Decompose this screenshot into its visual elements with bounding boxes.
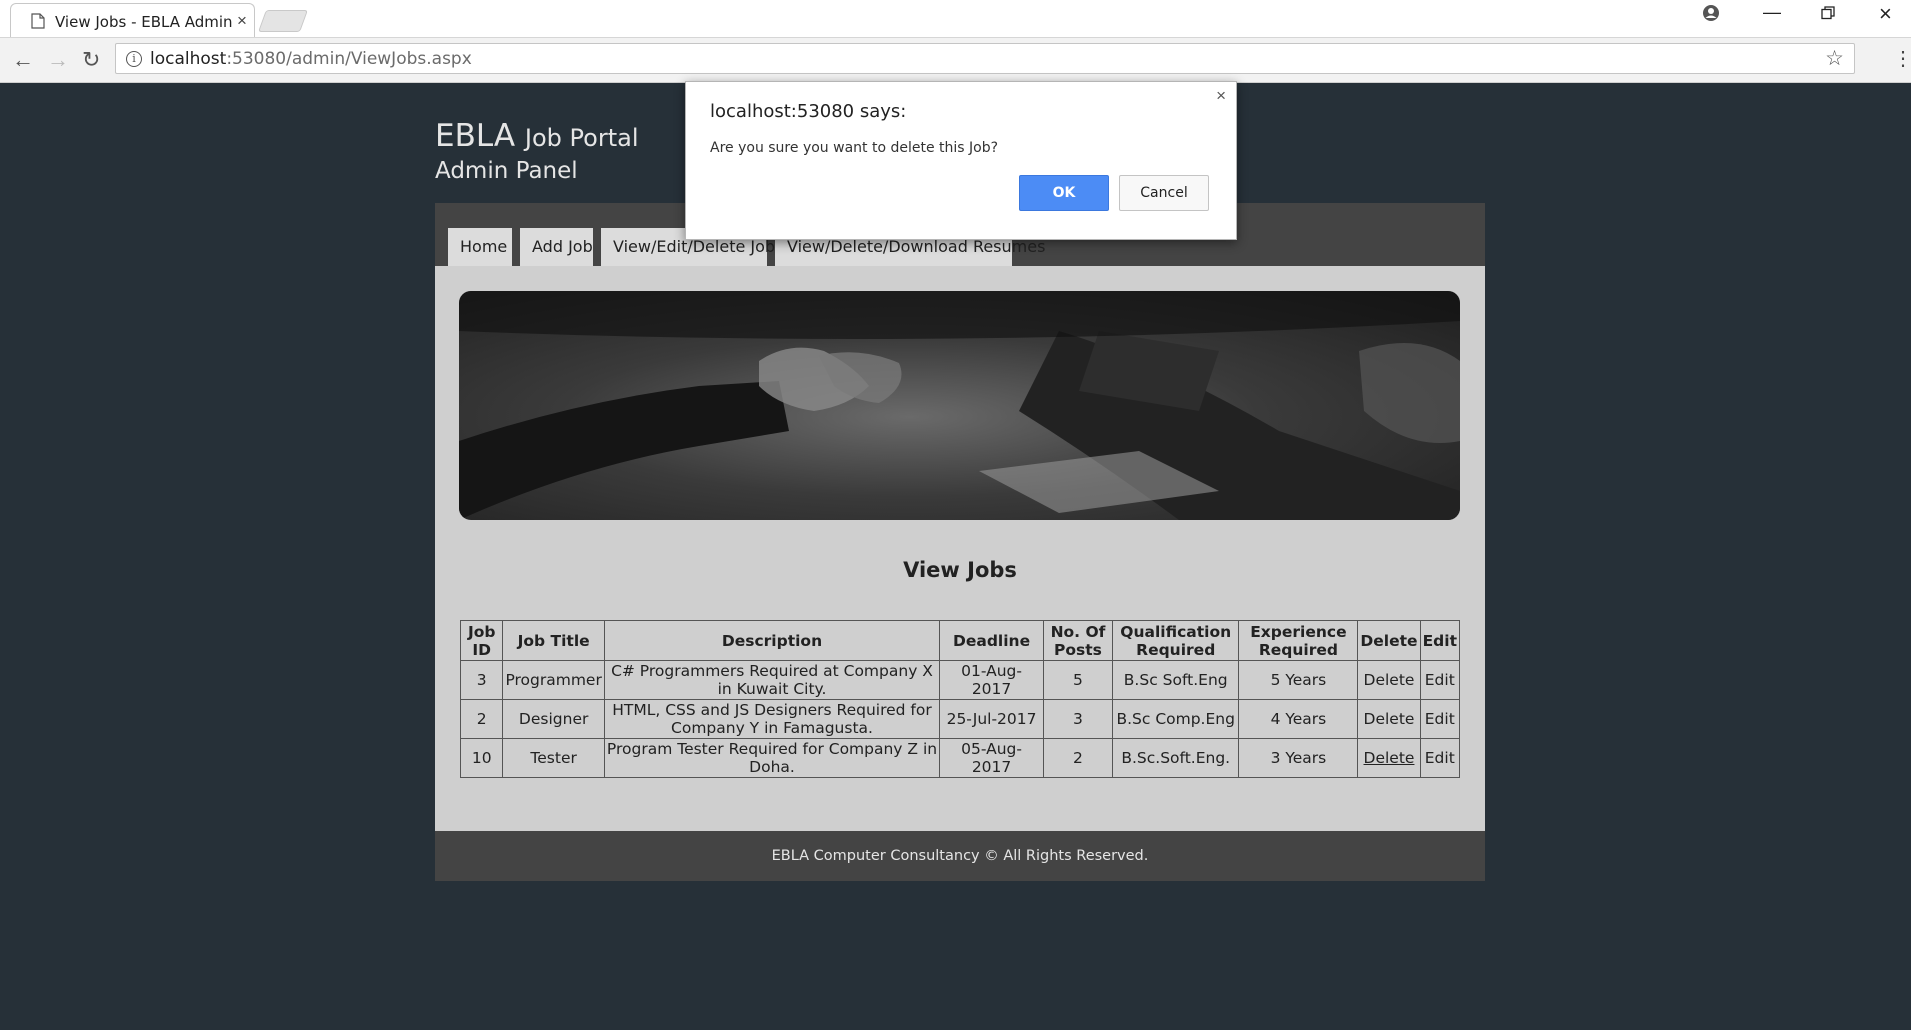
main-content: View Jobs Job ID Job Title Description D…	[435, 266, 1485, 831]
cell-deadline: 05-Aug-2017	[939, 738, 1044, 778]
cancel-button[interactable]: Cancel	[1119, 175, 1209, 211]
delete-link[interactable]: Delete	[1357, 660, 1421, 700]
site-footer: EBLA Computer Consultancy © All Rights R…	[435, 831, 1485, 881]
cell-job-id: 10	[459, 738, 504, 778]
address-bar: ← → ↻ i localhost:53080/admin/ViewJobs.a…	[0, 38, 1911, 83]
delete-link[interactable]: Delete	[1357, 699, 1421, 739]
cell-description: C# Programmers Required at Company X in …	[603, 660, 941, 700]
new-tab-button[interactable]	[257, 10, 309, 32]
dialog-title: localhost:53080 says:	[710, 101, 907, 122]
header-description: Description	[603, 620, 941, 661]
confirm-dialog: × localhost:53080 says: Are you sure you…	[685, 81, 1237, 240]
cell-job-title: Tester	[502, 738, 605, 778]
cell-qualification: B.Sc.Soft.Eng.	[1112, 738, 1240, 778]
table-row: 2 Designer HTML, CSS and JS Designers Re…	[459, 699, 1461, 739]
cell-experience: 5 Years	[1238, 660, 1359, 700]
tab-title: View Jobs - EBLA Admin	[55, 13, 233, 31]
delete-link-focused[interactable]: Delete	[1357, 738, 1421, 778]
table-row: 10 Tester Program Tester Required for Co…	[459, 738, 1461, 778]
browser-titlebar: View Jobs - EBLA Admin × — ×	[0, 0, 1911, 38]
minimize-icon[interactable]: —	[1763, 2, 1781, 23]
section-title: View Jobs	[903, 558, 1017, 582]
header-experience: Experience Required	[1238, 620, 1359, 661]
dialog-message: Are you sure you want to delete this Job…	[710, 140, 999, 156]
cell-job-title: Designer	[502, 699, 605, 739]
site-brand: EBLA Job Portal	[435, 118, 639, 154]
table-header-row: Job ID Job Title Description Deadline No…	[459, 620, 1461, 661]
close-icon[interactable]: ×	[237, 11, 247, 31]
cell-qualification: B.Sc Comp.Eng	[1112, 699, 1240, 739]
jobs-table: Job ID Job Title Description Deadline No…	[459, 620, 1461, 778]
cell-posts: 3	[1042, 699, 1114, 739]
info-icon[interactable]: i	[126, 51, 142, 67]
cell-description: HTML, CSS and JS Designers Required for …	[603, 699, 941, 739]
cell-posts: 5	[1042, 660, 1114, 700]
cell-description: Program Tester Required for Company Z in…	[603, 738, 941, 778]
edit-link[interactable]: Edit	[1419, 660, 1461, 700]
url-text: localhost:53080/admin/ViewJobs.aspx	[150, 49, 472, 69]
header-no-of-posts: No. Of Posts	[1042, 620, 1114, 661]
close-icon[interactable]: ×	[1216, 86, 1226, 106]
site-header: EBLA Job Portal Admin Panel	[435, 118, 638, 184]
cell-experience: 3 Years	[1238, 738, 1359, 778]
browser-tab[interactable]: View Jobs - EBLA Admin ×	[10, 3, 255, 37]
cell-job-id: 2	[459, 699, 504, 739]
header-job-id: Job ID	[459, 620, 504, 661]
forward-icon[interactable]: →	[47, 47, 69, 73]
cell-job-title: Programmer	[502, 660, 605, 700]
edit-link[interactable]: Edit	[1419, 699, 1461, 739]
back-icon[interactable]: ←	[12, 47, 34, 73]
nav-add-job[interactable]: Add Job	[520, 228, 593, 266]
panel-title: Admin Panel	[435, 158, 578, 184]
nav-home[interactable]: Home	[448, 228, 512, 266]
handshake-image	[459, 291, 1460, 520]
cell-job-id: 3	[459, 660, 504, 700]
menu-icon[interactable]: ⋮	[1893, 46, 1911, 71]
edit-link[interactable]: Edit	[1419, 738, 1461, 778]
account-icon[interactable]	[1702, 4, 1720, 27]
page-icon	[31, 13, 45, 29]
ok-button[interactable]: OK	[1019, 175, 1109, 211]
cell-posts: 2	[1042, 738, 1114, 778]
cell-deadline: 25-Jul-2017	[939, 699, 1044, 739]
star-icon[interactable]: ☆	[1825, 46, 1844, 71]
reload-icon[interactable]: ↻	[82, 47, 100, 73]
window-close-icon[interactable]: ×	[1879, 1, 1892, 27]
restore-icon[interactable]	[1821, 4, 1835, 25]
header-edit: Edit	[1419, 620, 1461, 661]
url-input[interactable]: i localhost:53080/admin/ViewJobs.aspx ☆	[115, 43, 1855, 74]
table-row: 3 Programmer C# Programmers Required at …	[459, 660, 1461, 700]
header-job-title: Job Title	[502, 620, 605, 661]
cell-qualification: B.Sc Soft.Eng	[1112, 660, 1240, 700]
cell-deadline: 01-Aug-2017	[939, 660, 1044, 700]
header-delete: Delete	[1357, 620, 1421, 661]
header-qualification: Qualification Required	[1112, 620, 1240, 661]
header-deadline: Deadline	[939, 620, 1044, 661]
hero-image	[459, 291, 1460, 520]
cell-experience: 4 Years	[1238, 699, 1359, 739]
